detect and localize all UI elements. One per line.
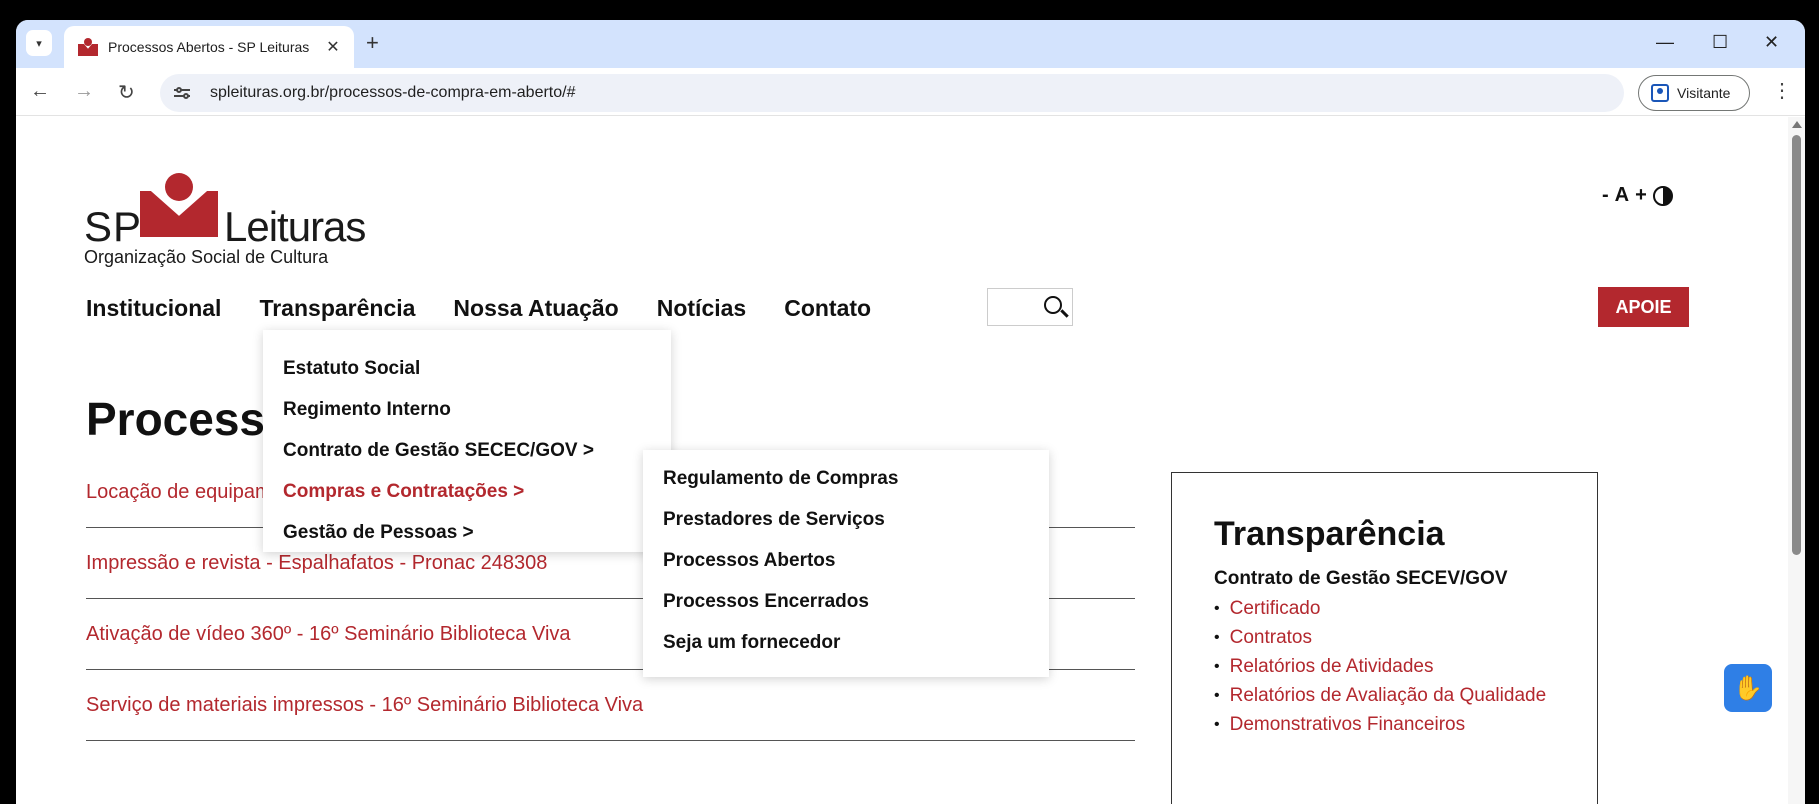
panel-title: Transparência [1214,515,1445,553]
logo-leituras: Leituras [224,203,366,250]
submenu-item-processos-encerrados[interactable]: Processos Encerrados [643,581,1049,622]
logo-dot [165,173,193,201]
site-logo[interactable]: SP Leituras Organização Social de Cultur… [84,173,384,267]
scroll-up-icon[interactable] [1792,121,1802,128]
scroll-thumb[interactable] [1792,135,1801,555]
dropdown-item-contrato[interactable]: Contrato de Gestão SECEC/GOV > [263,430,671,471]
font-decrease-button[interactable]: - [1602,184,1609,207]
contrast-icon[interactable] [1652,185,1673,206]
maximize-icon[interactable]: ☐ [1712,32,1728,53]
panel-link-relatorios-qualidade[interactable]: Relatórios de Avaliação da Qualidade [1214,681,1597,710]
panel-link-certificado[interactable]: Certificado [1214,594,1597,623]
compras-submenu: Regulamento de Compras Prestadores de Se… [643,450,1049,677]
process-link[interactable]: Impressão e revista - Espalhafatos - Pro… [86,552,547,575]
tab-title: Processos Abertos - SP Leituras [108,39,310,55]
font-label: A [1614,184,1630,206]
font-increase-button[interactable]: + [1635,184,1647,207]
dropdown-item-regimento[interactable]: Regimento Interno [263,389,671,430]
forward-arrow-icon[interactable]: → [74,80,94,103]
tab-strip: ▾ Processos Abertos - SP Leituras ✕ + — … [16,20,1805,68]
close-window-icon[interactable]: ✕ [1764,32,1779,53]
nav-contato[interactable]: Contato [784,295,871,322]
nav-noticias[interactable]: Notícias [657,295,746,322]
nav-transparencia[interactable]: Transparência [259,295,415,322]
main-nav: Institucional Transparência Nossa Atuaçã… [86,295,909,322]
panel-subtitle: Contrato de Gestão SECEV/GOV [1214,568,1508,589]
list-item[interactable]: Serviço de materiais impressos - 16º Sem… [86,670,1135,741]
submenu-item-regulamento[interactable]: Regulamento de Compras [643,458,1049,499]
tab-search-button[interactable]: ▾ [26,30,52,56]
panel-link-contratos[interactable]: Contratos [1214,623,1597,652]
panel-link-demonstrativos[interactable]: Demonstrativos Financeiros [1214,710,1597,739]
minimize-icon[interactable]: — [1656,32,1674,53]
browser-menu-icon[interactable]: ⋮ [1772,78,1792,103]
address-bar[interactable]: spleituras.org.br/processos-de-compra-em… [160,74,1624,112]
dropdown-item-gestao-pessoas[interactable]: Gestão de Pessoas > [263,512,671,553]
panel-links: Certificado Contratos Relatórios de Ativ… [1214,594,1597,739]
browser-toolbar: ← → ↻ spleituras.org.br/processos-de-com… [16,68,1805,116]
search-icon[interactable] [1044,296,1062,314]
sign-language-icon[interactable]: ✋ [1724,664,1772,712]
submenu-item-processos-abertos[interactable]: Processos Abertos [643,540,1049,581]
submenu-item-fornecedor[interactable]: Seja um fornecedor [643,622,1049,663]
site-favicon-icon [78,38,98,56]
url-text[interactable]: spleituras.org.br/processos-de-compra-em… [210,84,575,102]
site-search-input[interactable] [987,288,1073,326]
submenu-item-prestadores[interactable]: Prestadores de Serviços [643,499,1049,540]
transparencia-dropdown: Estatuto Social Regimento Interno Contra… [263,330,671,552]
profile-button[interactable]: Visitante [1638,75,1750,111]
page-scrollbar[interactable] [1788,117,1805,804]
process-link[interactable]: Serviço de materiais impressos - 16º Sem… [86,694,643,717]
panel-link-relatorios-atividades[interactable]: Relatórios de Atividades [1214,652,1597,681]
profile-label: Visitante [1677,85,1731,101]
dropdown-item-compras[interactable]: Compras e Contratações > [263,471,671,512]
nav-nossa-atuacao[interactable]: Nossa Atuação [453,295,618,322]
logo-sp: SP [84,203,143,250]
back-arrow-icon[interactable]: ← [30,80,50,103]
tab-close-icon[interactable]: ✕ [322,37,344,57]
profile-icon [1651,84,1669,102]
new-tab-button[interactable]: + [366,30,379,56]
process-link[interactable]: Ativação de vídeo 360º - 16º Seminário B… [86,623,571,646]
apoie-button[interactable]: APOIE [1598,287,1689,327]
nav-institucional[interactable]: Institucional [86,295,221,322]
dropdown-item-estatuto[interactable]: Estatuto Social [263,348,671,389]
page-content: SP Leituras Organização Social de Cultur… [16,117,1788,804]
browser-window: ▾ Processos Abertos - SP Leituras ✕ + — … [16,20,1805,804]
browser-tab[interactable]: Processos Abertos - SP Leituras ✕ [64,26,354,68]
logo-tagline: Organização Social de Cultura [84,247,329,267]
site-info-icon[interactable] [174,85,194,101]
transparency-panel: Transparência Contrato de Gestão SECEV/G… [1171,472,1598,804]
reload-icon[interactable]: ↻ [118,80,135,105]
accessibility-controls: - A + [1602,184,1673,207]
